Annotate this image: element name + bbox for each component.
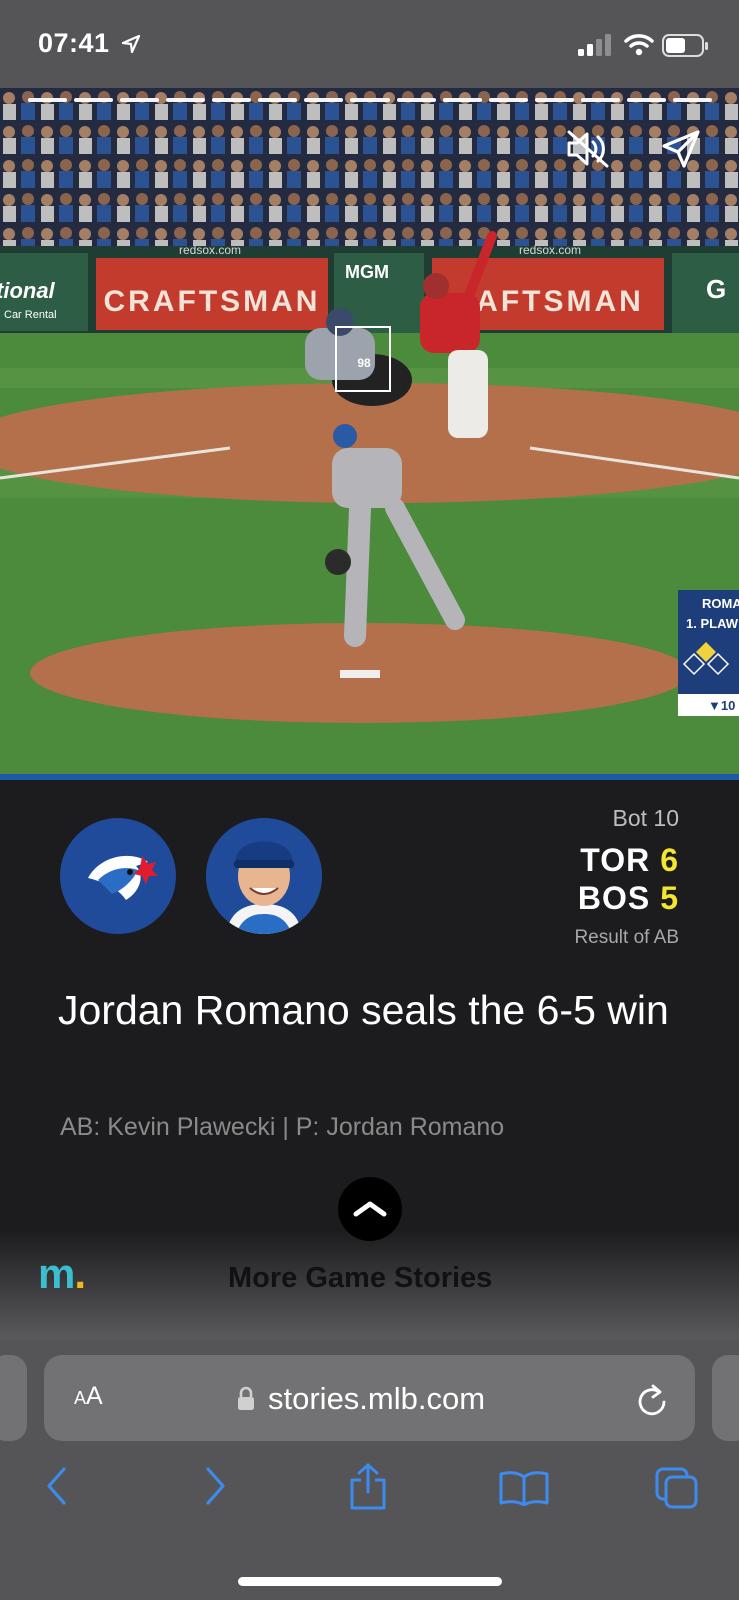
blue-jays-logo[interactable] [60, 818, 176, 934]
ad-url-1: redsox.com [179, 243, 241, 257]
story-progress [28, 98, 712, 102]
story-video[interactable]: tional Car Rental CRAFTSMAN redsox.com M… [0, 88, 739, 774]
cellular-signal-icon [578, 34, 611, 56]
send-share-icon[interactable] [660, 128, 702, 170]
aa-big: A [86, 1382, 103, 1410]
home-indicator[interactable] [238, 1577, 502, 1586]
wifi-icon [624, 34, 654, 56]
m-logo-letter: m [38, 1250, 75, 1297]
mini-score-batter: 1. PLAW [686, 616, 739, 631]
team-abbr-tor: TOR [580, 842, 651, 878]
inning-label: Bot 10 [612, 805, 680, 831]
share-icon[interactable] [348, 1462, 388, 1512]
story-headline: Jordan Romano seals the 6-5 win [58, 987, 669, 1033]
score-bos: BOS 5 [578, 880, 679, 917]
m-logo-dot: . [74, 1250, 86, 1297]
mini-score-inning: ▼10 [708, 698, 735, 713]
aa-small: A [74, 1388, 87, 1408]
team-score-bos: 5 [660, 880, 679, 916]
left-ad-sub: Car Rental [4, 309, 57, 321]
lock-icon [238, 1386, 254, 1410]
blue-jay-bird-icon [88, 855, 158, 900]
battery-icon [662, 34, 708, 57]
next-tab-peek[interactable] [712, 1355, 739, 1441]
right-ad: G [706, 274, 726, 304]
catcher-number: 98 [357, 356, 371, 370]
craftsman-ad-2: AFTSMAN [476, 285, 644, 318]
score-tor: TOR 6 [580, 842, 679, 879]
reader-aa-button[interactable]: AA [74, 1382, 103, 1411]
url-text[interactable]: stories.mlb.com [268, 1381, 485, 1417]
left-ad-text: tional [0, 278, 56, 303]
previous-tab-peek[interactable] [0, 1355, 27, 1441]
mgm-ad: MGM [345, 262, 389, 282]
status-time: 07:41 [38, 28, 110, 58]
craftsman-ad: CRAFTSMAN [104, 285, 321, 318]
matchup-line: AB: Kevin Plawecki | P: Jordan Romano [60, 1113, 505, 1141]
player-avatar-icon [206, 818, 322, 934]
mlb-stories-logo: m. [38, 1250, 86, 1298]
mini-score-name: ROMA [702, 596, 739, 611]
reload-icon[interactable] [636, 1383, 668, 1417]
more-game-stories-label[interactable]: More Game Stories [228, 1262, 492, 1295]
team-abbr-bos: BOS [577, 880, 651, 916]
expand-button[interactable] [338, 1177, 402, 1241]
team-score-tor: 6 [660, 842, 679, 878]
back-icon[interactable] [44, 1465, 70, 1507]
bookmarks-icon[interactable] [498, 1470, 550, 1506]
muted-speaker-icon[interactable] [565, 128, 611, 170]
player-headshot[interactable] [206, 818, 322, 934]
location-arrow-icon [121, 34, 141, 54]
chevron-up-icon [353, 1201, 387, 1217]
ad-url-2: redsox.com [519, 243, 581, 257]
baseball-scene: tional Car Rental CRAFTSMAN redsox.com M… [0, 88, 739, 774]
result-label: Result of AB [574, 927, 679, 948]
forward-icon[interactable] [202, 1465, 228, 1507]
status-bar: 07:41 [0, 0, 739, 88]
tabs-icon[interactable] [654, 1466, 700, 1510]
